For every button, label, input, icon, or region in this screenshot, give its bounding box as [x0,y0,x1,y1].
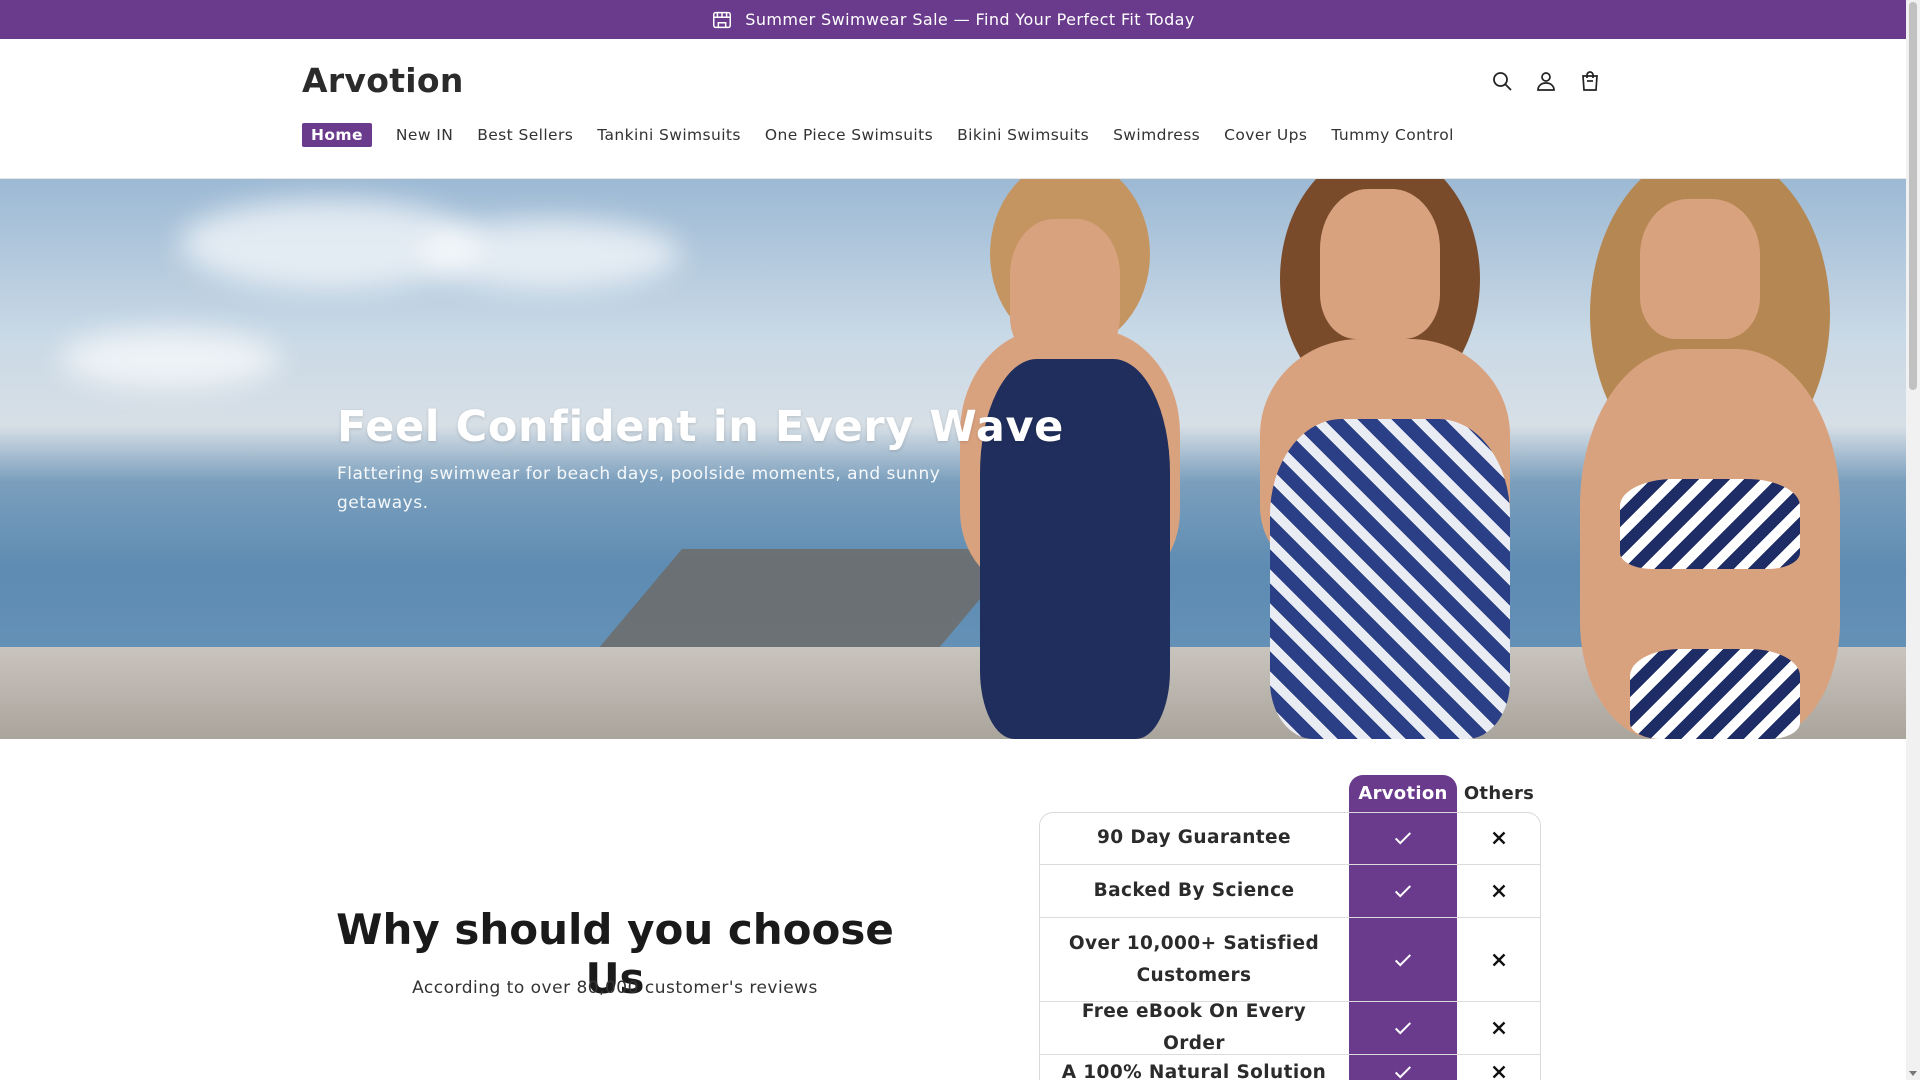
nav-item-new-in[interactable]: New IN [396,126,453,144]
search-icon[interactable] [1490,69,1514,93]
comparison-table: Arvotion Others 90 Day Guarantee Backed … [1039,775,1541,1080]
comparison-row: Over 10,000+ Satisfied Customers [1039,918,1541,1002]
close-icon [1492,1065,1506,1079]
comparison-row: A 100% Natural Solution [1039,1055,1541,1080]
store-icon [713,11,732,28]
close-icon [1492,884,1506,898]
check-icon [1394,1066,1412,1079]
comparison-row-label: 90 Day Guarantee [1097,827,1291,848]
nav-item-tummy-control[interactable]: Tummy Control [1331,126,1453,144]
hero-model-left [900,179,1230,739]
account-icon[interactable] [1534,69,1558,93]
hero-model-center [1230,179,1550,739]
nav-item-best-sellers[interactable]: Best Sellers [477,126,573,144]
close-icon [1492,831,1506,845]
comparison-row: Free eBook On Every Order [1039,1001,1541,1055]
scroll-down-arrow-icon[interactable] [1909,1071,1917,1076]
announcement-text: Summer Swimwear Sale — Find Your Perfect… [745,10,1195,29]
check-icon [1394,953,1412,966]
why-section-subtitle: According to over 80,000 customer's revi… [412,978,818,998]
nav-item-cover-ups[interactable]: Cover Ups [1224,126,1307,144]
hero-title: Feel Confident in Every Wave [337,402,1064,452]
hero-banner[interactable]: Feel Confident in Every Wave Flattering … [0,179,1906,739]
comparison-row: 90 Day Guarantee [1039,812,1541,865]
nav-item-home[interactable]: Home [302,123,372,147]
close-icon [1492,953,1506,966]
hero-cloud [420,219,680,289]
comparison-row-label: Backed By Science [1093,880,1295,901]
nav-item-swimdress[interactable]: Swimdress [1113,126,1200,144]
main-nav: Home New IN Best Sellers Tankini Swimsui… [302,123,1478,147]
comparison-row-label: A 100% Natural Solution [1061,1062,1327,1080]
nav-item-bikini-swimsuits[interactable]: Bikini Swimsuits [957,126,1089,144]
nav-item-one-piece-swimsuits[interactable]: One Piece Swimsuits [765,126,933,144]
brand-column-header: Arvotion [1358,783,1448,804]
comparison-row-label: Free eBook On Every Order [1081,1001,1307,1054]
close-icon [1492,1021,1506,1035]
logo[interactable]: Arvotion [302,61,464,100]
hero-subtitle: Flattering swimwear for beach days, pool… [337,464,941,513]
check-icon [1394,885,1412,898]
hero-cloud [60,329,280,389]
others-column-header: Others [1463,783,1535,804]
site-header: Arvotion Home New IN Best Sellers Tankin… [0,39,1906,179]
comparison-row: Backed By Science [1039,865,1541,918]
comparison-row-label: Over 10,000+ Satisfied Customers [1068,932,1320,986]
page-scrollbar[interactable] [1906,0,1920,1080]
hero-model-right [1530,179,1906,739]
announcement-bar: Summer Swimwear Sale — Find Your Perfect… [0,0,1906,39]
check-icon [1394,1022,1412,1035]
check-icon [1394,832,1412,845]
scrollbar-thumb[interactable] [1909,2,1917,390]
nav-item-tankini-swimsuits[interactable]: Tankini Swimsuits [597,126,741,144]
cart-icon[interactable] [1578,69,1602,93]
header-icons [1490,69,1602,93]
